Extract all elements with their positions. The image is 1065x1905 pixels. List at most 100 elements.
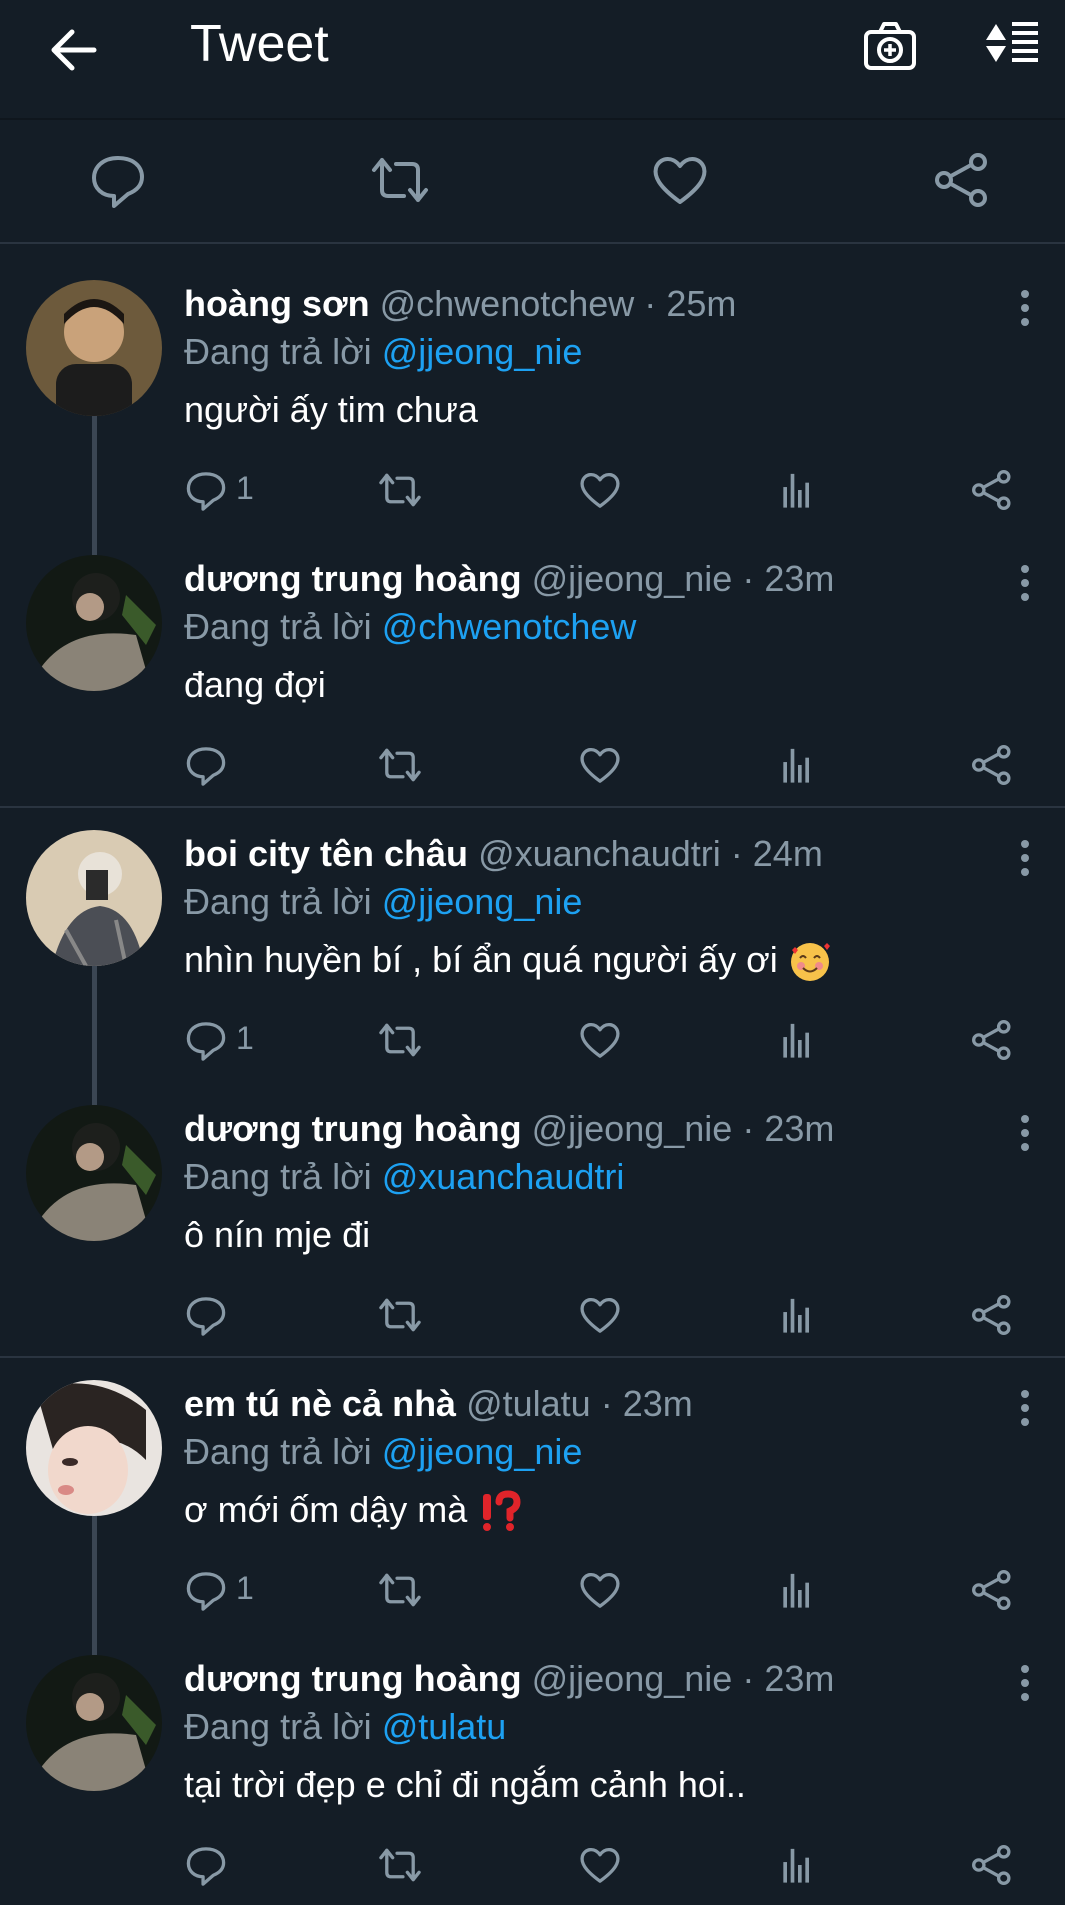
share-button[interactable] — [970, 1568, 1020, 1612]
retweet-button[interactable] — [378, 468, 428, 512]
more-options-button[interactable] — [1010, 1386, 1040, 1430]
display-name[interactable]: dương trung hoàng — [184, 1658, 522, 1699]
more-options-button[interactable] — [1010, 286, 1040, 330]
analytics-button[interactable] — [776, 1843, 826, 1887]
like-button[interactable] — [578, 743, 628, 787]
reply-button[interactable]: 1 — [184, 1568, 284, 1612]
mention-link[interactable]: @chwenotchew — [382, 606, 637, 647]
like-button[interactable] — [578, 1568, 628, 1612]
retweet-button[interactable] — [378, 1843, 428, 1887]
avatar[interactable] — [26, 280, 162, 416]
analytics-icon — [783, 748, 809, 783]
reply-count: 1 — [236, 1570, 254, 1606]
reply-button[interactable] — [184, 1843, 284, 1887]
reply-button[interactable]: 1 — [184, 1018, 284, 1062]
retweet-button[interactable] — [378, 743, 428, 787]
avatar[interactable] — [26, 1380, 162, 1516]
mention-link[interactable]: @jjeong_nie — [382, 881, 583, 922]
like-button[interactable] — [578, 1293, 628, 1337]
replying-to-label: Đang trả lời — [184, 606, 372, 647]
reply-tweet[interactable]: boi city tên châu @xuanchaudtri · 24m Đan… — [0, 830, 1065, 1080]
analytics-button[interactable] — [776, 1568, 826, 1612]
more-options-button[interactable] — [1010, 836, 1040, 880]
separator: · — [742, 558, 755, 599]
tweet-header: dương trung hoàng @jjeong_nie · 23m — [184, 1107, 834, 1151]
more-options-button[interactable] — [1010, 561, 1040, 605]
avatar-image — [26, 1380, 162, 1516]
display-name[interactable]: boi city tên châu — [184, 833, 468, 874]
retweet-button[interactable] — [378, 1568, 428, 1612]
share-icon — [972, 1845, 1011, 1885]
avatar-image — [26, 1105, 162, 1241]
replying-to: Đang trả lời @jjeong_nie — [184, 330, 582, 374]
display-name[interactable]: hoàng sơn — [184, 283, 370, 324]
reply-tweet[interactable]: dương trung hoàng @jjeong_nie · 23m Đang … — [0, 555, 1065, 805]
display-name[interactable]: dương trung hoàng — [184, 558, 522, 599]
more-vertical-icon — [1021, 1390, 1029, 1426]
timestamp: 23m — [622, 1383, 693, 1424]
retweet-button[interactable] — [370, 150, 430, 210]
analytics-button[interactable] — [776, 1293, 826, 1337]
analytics-icon — [783, 1573, 809, 1608]
display-name[interactable]: em tú nè cả nhà — [184, 1383, 456, 1424]
reply-icon — [186, 1297, 226, 1336]
share-button[interactable] — [932, 150, 992, 210]
more-options-button[interactable] — [1010, 1111, 1040, 1155]
share-button[interactable] — [970, 468, 1020, 512]
avatar[interactable] — [26, 1655, 162, 1791]
reply-tweet[interactable]: dương trung hoàng @jjeong_nie · 23m Đang … — [0, 1655, 1065, 1905]
analytics-button[interactable] — [776, 743, 826, 787]
separator: · — [742, 1658, 755, 1699]
smiling-face-with-hearts-icon — [790, 943, 830, 982]
camera-button[interactable] — [860, 16, 920, 76]
analytics-button[interactable] — [776, 1018, 826, 1062]
share-button[interactable] — [970, 1018, 1020, 1062]
heart-icon — [580, 473, 620, 508]
mention-link[interactable]: @xuanchaudtri — [382, 1156, 625, 1197]
reply-button[interactable] — [184, 1293, 284, 1337]
more-vertical-icon — [1021, 840, 1029, 876]
separator: · — [600, 1383, 613, 1424]
user-handle: @jjeong_nie — [531, 1108, 733, 1149]
timestamp: 24m — [752, 833, 823, 874]
tweet-actions: 1 — [0, 1568, 1065, 1618]
mention-link[interactable]: @tulatu — [382, 1706, 507, 1747]
more-options-button[interactable] — [1010, 1661, 1040, 1705]
avatar-image — [26, 280, 162, 416]
share-button[interactable] — [970, 1293, 1020, 1337]
share-icon — [972, 745, 1011, 785]
reply-button[interactable]: 1 — [184, 468, 284, 512]
retweet-button[interactable] — [378, 1018, 428, 1062]
tweet-text-content: nhìn huyền bí , bí ẩn quá người ấy ơi — [184, 939, 778, 980]
avatar-image — [26, 555, 162, 691]
retweet-button[interactable] — [378, 1293, 428, 1337]
reply-tweet[interactable]: em tú nè cả nhà @tulatu · 23m Đang trả lờ… — [0, 1380, 1065, 1630]
avatar[interactable] — [26, 555, 162, 691]
like-button[interactable] — [578, 1018, 628, 1062]
reply-tweet[interactable]: dương trung hoàng @jjeong_nie · 23m Đang … — [0, 1105, 1065, 1355]
reply-button[interactable] — [88, 150, 148, 210]
like-button[interactable] — [650, 150, 710, 210]
more-vertical-icon — [1021, 290, 1029, 326]
display-name[interactable]: dương trung hoàng — [184, 1108, 522, 1149]
replying-to-label: Đang trả lời — [184, 1156, 372, 1197]
analytics-button[interactable] — [776, 468, 826, 512]
back-button[interactable] — [44, 20, 104, 80]
sort-button[interactable] — [982, 16, 1042, 76]
mention-link[interactable]: @jjeong_nie — [382, 331, 583, 372]
arrow-left-icon — [51, 29, 97, 71]
like-button[interactable] — [578, 468, 628, 512]
avatar[interactable] — [26, 830, 162, 966]
separator: · — [644, 283, 657, 324]
heart-icon — [580, 1573, 620, 1608]
share-button[interactable] — [970, 743, 1020, 787]
avatar[interactable] — [26, 1105, 162, 1241]
like-button[interactable] — [578, 1843, 628, 1887]
mention-link[interactable]: @jjeong_nie — [382, 1431, 583, 1472]
share-button[interactable] — [970, 1843, 1020, 1887]
tweet-text-content: người ấy tim chưa — [184, 389, 478, 430]
timestamp: 23m — [764, 1658, 835, 1699]
reply-button[interactable] — [184, 743, 284, 787]
reply-tweet[interactable]: hoàng sơn @chwenotchew · 25m Đang trả lời… — [0, 280, 1065, 530]
replying-to: Đang trả lời @xuanchaudtri — [184, 1155, 624, 1199]
